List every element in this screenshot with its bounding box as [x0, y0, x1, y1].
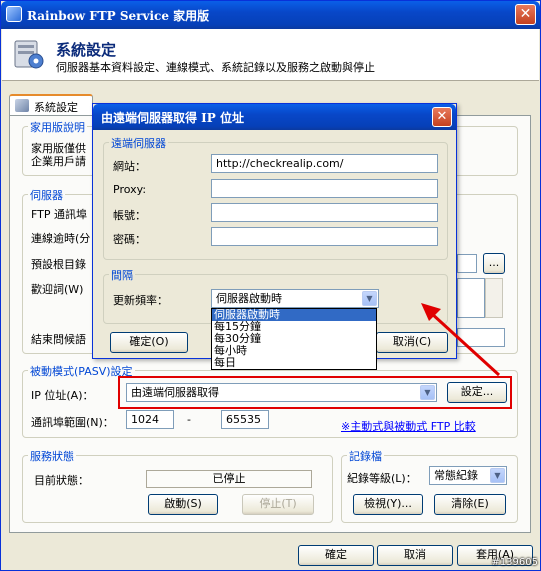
password-label: 密碼：	[113, 233, 146, 246]
interval-label: 間隔	[109, 267, 135, 283]
frequency-option[interactable]: 每小時	[212, 345, 376, 357]
clear-log-button[interactable]: 清除(E)	[434, 494, 506, 515]
frequency-select[interactable]: 伺服器啟動時 ▼	[211, 289, 379, 308]
log-level-value: 常態紀錄	[434, 469, 478, 482]
start-button[interactable]: 啟動(S)	[148, 494, 218, 515]
log-group-label: 記錄檔	[347, 448, 384, 464]
website-label: 網站：	[113, 160, 146, 173]
ftp-compare-link[interactable]: ※主動式與被動式 FTP 比較	[341, 418, 476, 434]
settings-computer-icon	[14, 40, 44, 69]
welcome-label: 歡迎詞(W)	[31, 283, 84, 296]
view-log-button[interactable]: 檢視(Y)...	[353, 494, 423, 515]
timeout-label: 連線逾時(分	[31, 232, 91, 245]
account-label: 帳號：	[113, 209, 146, 222]
stop-button: 停止(T)	[242, 494, 314, 515]
window-title: Rainbow FTP Service 家用版	[27, 9, 210, 23]
page-title: 系統設定	[56, 41, 117, 59]
frequency-dropdown-list[interactable]: 伺服器啟動時 每15分鐘 每30分鐘 每小時 每日	[211, 308, 377, 370]
log-level-select[interactable]: 常態紀錄 ▼	[429, 466, 507, 485]
system-icon	[15, 99, 29, 112]
home-edition-label: 家用版說明	[28, 119, 87, 135]
page-subtitle: 伺服器基本資料設定、連線模式、系統記錄以及服務之啟動與停止	[56, 61, 375, 74]
dialog-close-icon[interactable]: ✕	[432, 107, 452, 127]
port-from-input[interactable]: 1024	[126, 410, 174, 429]
password-input[interactable]	[211, 227, 438, 246]
log-level-label: 紀錄等級(L)：	[347, 472, 417, 485]
ftp-port-label: FTP 通訊埠	[31, 208, 87, 221]
root-dir-label: 預設根目錄	[31, 258, 86, 271]
port-range-label: 通訊埠範圍(N)：	[31, 416, 114, 429]
main-window: Rainbow FTP Service 家用版 ✕ 系統設定 伺服器基本資料設定…	[0, 0, 541, 571]
home-edition-text-2: 企業用戶請	[31, 155, 86, 168]
browse-button[interactable]: ...	[483, 253, 505, 274]
status-value: 已停止	[146, 470, 312, 488]
service-group-label: 服務狀態	[28, 448, 76, 464]
chevron-down-icon[interactable]: ▼	[490, 468, 505, 483]
tab-label: 系統設定	[34, 101, 78, 114]
tab-system-settings[interactable]: 系統設定	[9, 94, 93, 116]
goodbye-label: 結束問候語	[31, 333, 86, 346]
frequency-option[interactable]: 每日	[212, 357, 376, 369]
chevron-down-icon[interactable]: ▼	[362, 291, 377, 306]
port-to-input[interactable]: 65535	[221, 410, 269, 429]
server-group-label: 伺服器	[28, 187, 65, 203]
proxy-input[interactable]	[211, 179, 438, 198]
cancel-button[interactable]: 取消	[377, 545, 453, 566]
dialog-title: 由遠端伺服器取得 IP 位址	[101, 111, 244, 125]
dialog-ok-button[interactable]: 確定(O)	[110, 332, 188, 353]
proxy-label: Proxy:	[113, 183, 147, 196]
frequency-value: 伺服器啟動時	[216, 292, 282, 305]
account-input[interactable]	[211, 203, 438, 222]
page-header: 系統設定 伺服器基本資料設定、連線模式、系統記錄以及服務之啟動與停止	[2, 29, 539, 81]
website-input[interactable]: http://checkrealip.com/	[211, 154, 438, 173]
title-bar[interactable]: Rainbow FTP Service 家用版 ✕	[1, 1, 540, 29]
remote-server-label: 遠端伺服器	[109, 135, 168, 151]
ok-button[interactable]: 確定	[298, 545, 374, 566]
dialog-title-bar[interactable]: 由遠端伺服器取得 IP 位址 ✕	[93, 104, 456, 130]
watermark: #139605	[491, 557, 538, 568]
close-icon[interactable]: ✕	[515, 4, 536, 25]
port-range-dash: -	[187, 413, 191, 426]
annotation-arrow	[421, 303, 501, 377]
ip-address-label: IP 位址(A)：	[31, 389, 94, 402]
status-label: 目前狀態：	[34, 474, 89, 487]
app-icon	[6, 6, 22, 22]
frequency-label: 更新頻率：	[113, 294, 168, 307]
root-dir-input[interactable]	[457, 254, 477, 273]
